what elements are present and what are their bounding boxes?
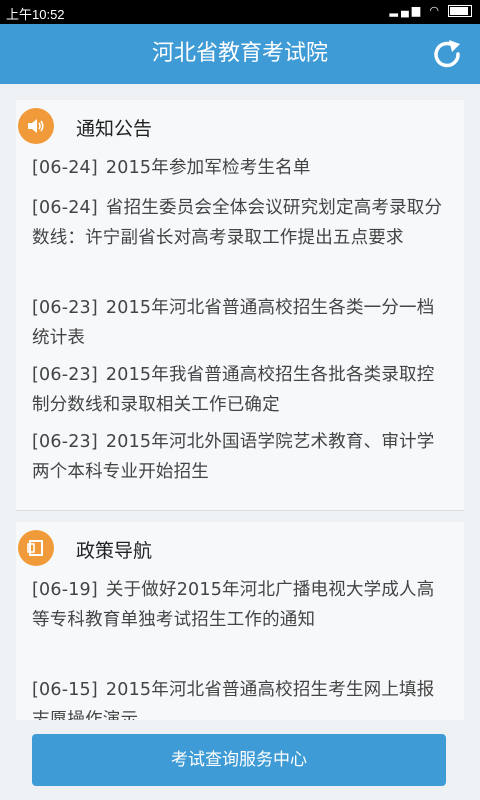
status-time: 上午10:52 (6, 7, 65, 22)
policy-section: 政策导航 [06-19] 关于做好2015年河北广播电视大学成人高等专科教育单独考… (16, 522, 464, 733)
policy-section-header[interactable]: 政策导航 (16, 522, 464, 574)
news-date: [06-19] (32, 580, 98, 600)
news-item[interactable]: [06-23] 2015年我省普通高校招生各批各类录取控制分数线和录取相关工作已确… (32, 360, 452, 420)
news-date: [06-15] (32, 680, 98, 700)
app-header: 河北省教育考试院 (0, 24, 480, 84)
speaker-icon (28, 119, 44, 133)
wifi-icon: ◠ (429, 5, 442, 17)
news-item[interactable]: [06-23] 2015年河北省普通高校招生各类一分一档统计表 (32, 293, 452, 353)
news-title: 2015年参加军检考生名单 (105, 158, 311, 178)
page-title: 河北省教育考试院 (151, 41, 328, 66)
news-item[interactable]: [06-23] 2015年河北外国语学院艺术教育、审计学两个本科专业开始招生 (32, 427, 452, 487)
news-item[interactable]: [06-24] 2015年参加军检考生名单 (32, 153, 452, 183)
speaker-badge (18, 108, 54, 144)
document-icon (27, 540, 43, 556)
news-date: [06-23] (32, 365, 98, 385)
status-bar: 上午10:52 ▂▄▆ ◠ (0, 0, 480, 24)
notice-section-header[interactable]: 通知公告 (16, 100, 464, 152)
section-title-notice: 通知公告 (76, 118, 153, 140)
refresh-button[interactable] (430, 37, 464, 71)
news-date: [06-23] (32, 298, 98, 318)
section-title-policy: 政策导航 (76, 540, 153, 562)
signal-icon: ▂▄▆ (389, 5, 424, 17)
exam-query-button[interactable]: 考试查询服务中心 (32, 734, 446, 786)
news-date: [06-23] (32, 432, 98, 452)
news-item[interactable]: [06-24] 省招生委员会全体会议研究划定高考录取分数线：许宁副省长对高考录取工… (32, 193, 452, 253)
refresh-icon (434, 40, 460, 68)
document-badge (18, 530, 54, 566)
news-date: [06-24] (32, 198, 98, 218)
news-date: [06-24] (32, 158, 98, 178)
battery-icon (448, 5, 472, 18)
news-item[interactable]: [06-19] 关于做好2015年河北广播电视大学成人高等专科教育单独考试招生工作… (32, 575, 452, 635)
status-icons: ▂▄▆ ◠ (389, 4, 472, 18)
notice-section: 通知公告 [06-24] 2015年参加军检考生名单 [06-24] 省招生委员会全… (16, 100, 464, 511)
